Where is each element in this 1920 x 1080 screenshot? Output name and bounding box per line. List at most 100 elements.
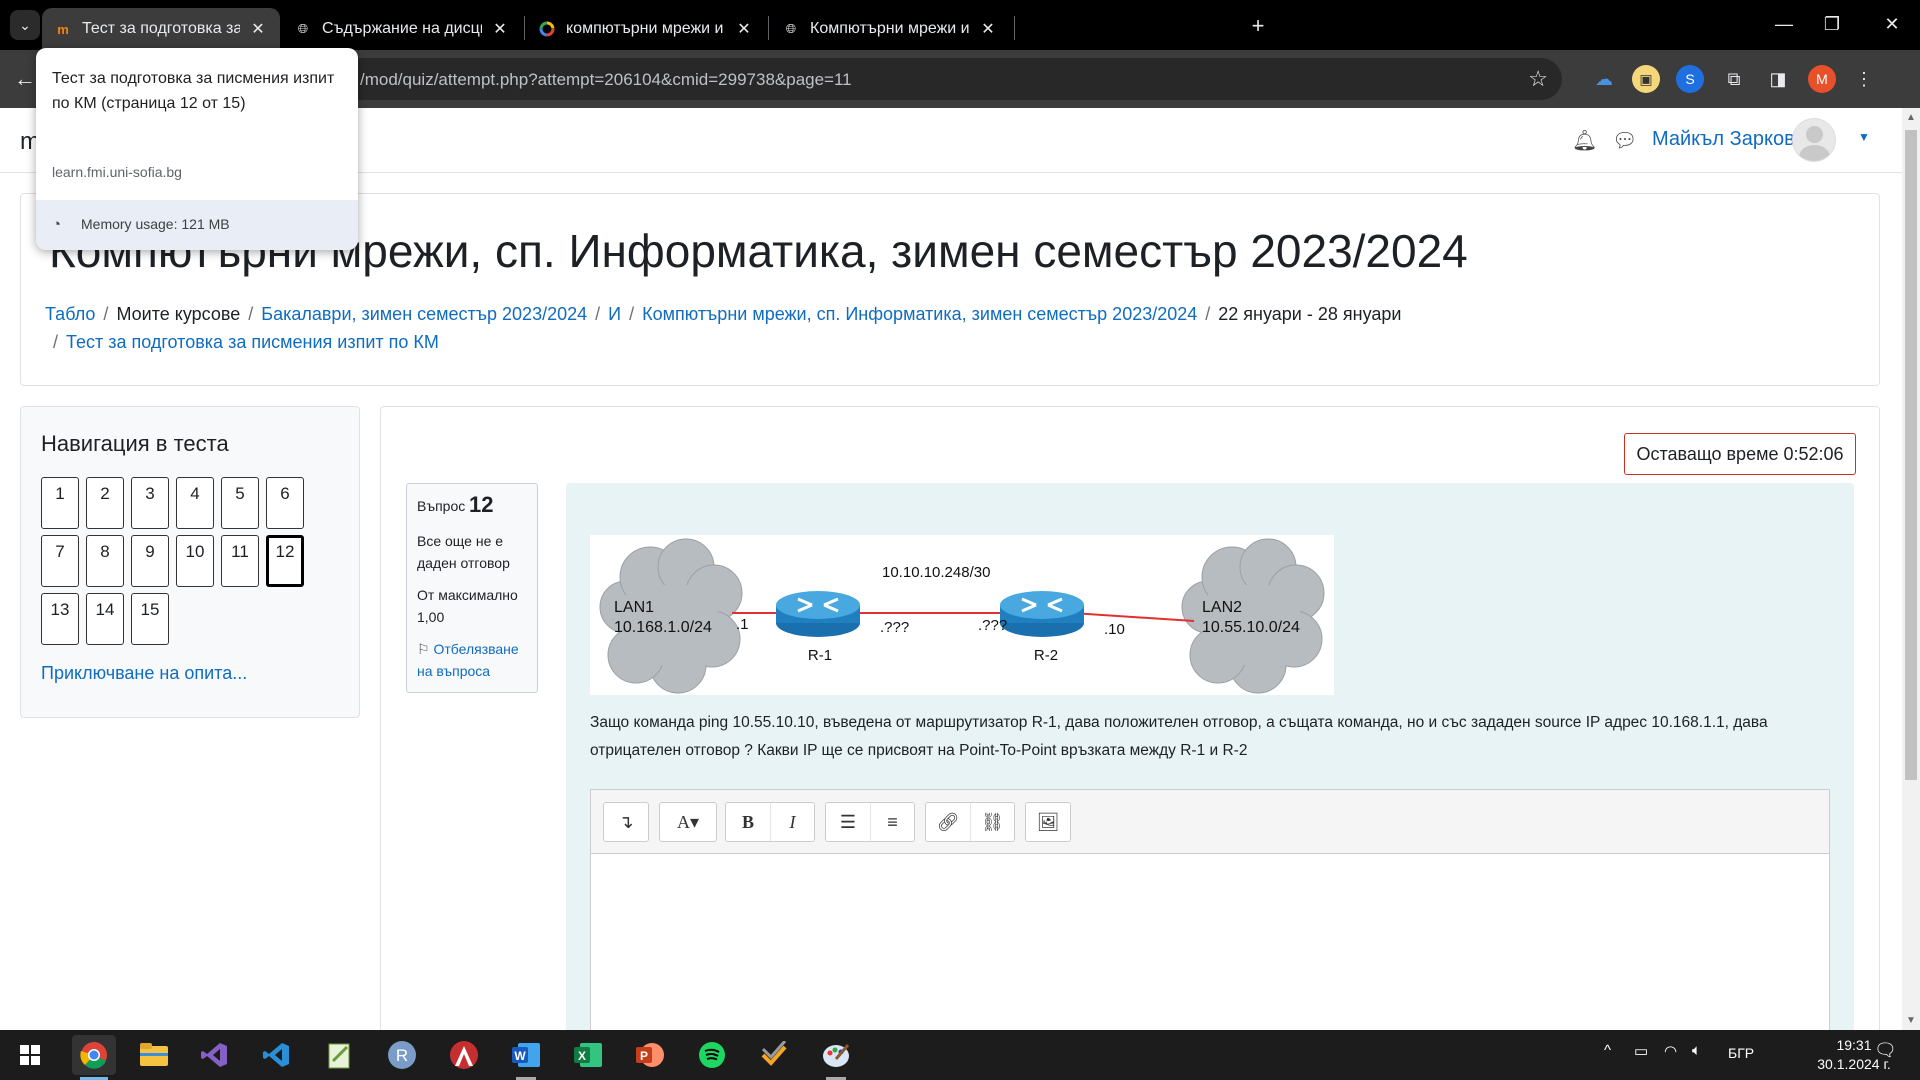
quiz-nav-button-14[interactable]: 14 [86, 593, 124, 645]
quiz-nav-button-4[interactable]: 4 [176, 477, 214, 529]
vscode-icon[interactable] [254, 1035, 298, 1075]
messages-chat-icon[interactable]: 💬︎ [1612, 128, 1637, 153]
question-label: Въпрос [417, 498, 466, 514]
quiz-nav-button-2[interactable]: 2 [86, 477, 124, 529]
file-explorer-icon[interactable] [132, 1035, 176, 1075]
tab-separator [768, 16, 769, 40]
quiz-nav-button-12[interactable]: 12 [266, 535, 304, 587]
breadcrumb-category[interactable]: Бакалаври, зимен семестър 2023/2024 [261, 304, 587, 324]
visual-studio-icon[interactable] [192, 1035, 236, 1075]
bookmark-star-icon[interactable]: ☆ [1528, 66, 1548, 92]
input-language[interactable]: БГР [1728, 1045, 1754, 1061]
page-scrollbar[interactable]: ▲ ▼ [1902, 108, 1920, 1030]
toolbar-group-style: A▾ [659, 802, 717, 842]
notifications-icon[interactable]: 🗨︎ [1874, 1040, 1897, 1061]
moodle-favicon-icon: m [57, 21, 69, 37]
lan1-cloud [599, 538, 743, 694]
user-avatar[interactable] [1792, 118, 1836, 162]
notepad-plus-icon[interactable] [318, 1035, 362, 1075]
quiz-nav-button-13[interactable]: 13 [41, 593, 79, 645]
spotify-app-icon[interactable] [690, 1035, 734, 1075]
quiz-nav-button-7[interactable]: 7 [41, 535, 79, 587]
quiz-nav-button-9[interactable]: 9 [131, 535, 169, 587]
quiz-nav-button-1[interactable]: 1 [41, 477, 79, 529]
close-tab-icon[interactable]: ✕ [248, 19, 268, 39]
close-tab-icon[interactable]: ✕ [490, 19, 510, 39]
quiz-nav-button-8[interactable]: 8 [86, 535, 124, 587]
user-name[interactable]: Майкъл Зарков [1652, 128, 1795, 151]
side-panel-icon[interactable]: ◨ [1764, 65, 1792, 93]
tab-computer-networks[interactable]: 🌐︎ Компютърни мрежи и телеком ✕ [770, 8, 1010, 50]
lan2-link [1071, 612, 1195, 622]
breadcrumb-quiz[interactable]: Тест за подготовка за писмения изпит по … [66, 332, 439, 352]
router-r1 [776, 591, 860, 637]
bold-icon[interactable]: B [726, 803, 770, 841]
tab-course-content[interactable]: 🌐︎ Съдържание на дисциплината ✕ [282, 8, 522, 50]
quiz-nav-button-10[interactable]: 10 [176, 535, 214, 587]
word-app-icon[interactable]: W [504, 1035, 548, 1080]
browser-menu-icon[interactable]: ⋮ [1850, 65, 1878, 93]
r-app-icon[interactable]: R [380, 1035, 424, 1075]
restore-button[interactable]: ❐ [1808, 8, 1856, 40]
tab-google-search[interactable]: компютърни мрежи и телеком ✕ [526, 8, 766, 50]
volume-icon[interactable]: 🔈︎ [1692, 1042, 1701, 1059]
quiz-nav-button-5[interactable]: 5 [221, 477, 259, 529]
lan1-interface: .1 [736, 616, 749, 633]
extension-icon-2[interactable]: ▣ [1632, 65, 1660, 93]
notifications-bell-icon[interactable]: 🔔︎ [1572, 128, 1597, 153]
quiz-nav-button-3[interactable]: 3 [131, 477, 169, 529]
close-window-button[interactable]: ✕ [1868, 8, 1916, 40]
quiz-nav-button-15[interactable]: 15 [131, 593, 169, 645]
battery-icon[interactable]: ▭ [1634, 1042, 1648, 1060]
close-tab-icon[interactable]: ✕ [978, 19, 998, 39]
link-icon[interactable]: 🔗︎ [926, 803, 970, 841]
profile-avatar[interactable]: M [1808, 65, 1836, 93]
gauge-icon: ◔ [52, 216, 62, 233]
excel-app-icon[interactable]: X [566, 1035, 610, 1075]
scroll-thumb[interactable] [1905, 130, 1917, 780]
answer-editor[interactable] [590, 853, 1830, 1043]
extension-icon-3[interactable]: S [1676, 65, 1704, 93]
scroll-up-icon[interactable]: ▲ [1906, 112, 1916, 123]
show-hidden-icons-chevron-icon[interactable]: ^ [1604, 1042, 1611, 1059]
new-tab-button[interactable]: + [1244, 12, 1272, 40]
tab-quiz[interactable]: m Тест за подготовка за писмени ✕ [42, 8, 280, 50]
user-menu-caret-icon[interactable]: ▼ [1858, 130, 1870, 144]
breadcrumb-course[interactable]: Компютърни мрежи, сп. Информатика, зимен… [642, 304, 1197, 324]
chrome-app-icon[interactable] [72, 1035, 116, 1080]
address-bar[interactable]: /mod/quiz/attempt.php?attempt=206104&cmi… [340, 58, 1562, 100]
unordered-list-icon[interactable]: ☰ [826, 803, 870, 841]
breadcrumb-separator: / [248, 304, 254, 324]
time-remaining: Оставащо време 0:52:06 [1624, 433, 1856, 475]
powerpoint-app-icon[interactable]: P [628, 1035, 672, 1075]
lan1-network: 10.168.1.0/24 [614, 619, 712, 636]
breadcrumb-dashboard[interactable]: Табло [45, 304, 95, 324]
collapse-icon[interactable]: ↴ [604, 803, 648, 841]
ordered-list-icon[interactable]: ≡ [870, 803, 914, 841]
unlink-icon[interactable]: ⛓︎ [970, 803, 1014, 841]
start-button[interactable] [8, 1035, 52, 1075]
flag-question-link[interactable]: ⚐ Отбелязване на въпроса [417, 638, 535, 682]
quiz-nav-button-11[interactable]: 11 [221, 535, 259, 587]
wifi-icon[interactable]: ◠ [1664, 1042, 1677, 1060]
close-tab-icon[interactable]: ✕ [734, 19, 754, 39]
finish-attempt-link[interactable]: Приключване на опита... [41, 663, 247, 684]
question-text: Защо команда ping 10.55.10.10, въведена … [590, 714, 1768, 759]
breadcrumb-week: 22 януари - 28 януари [1218, 304, 1402, 324]
minimize-button[interactable]: — [1760, 8, 1808, 40]
font-style-icon[interactable]: A▾ [660, 803, 716, 841]
tab-hover-card: Тест за подготовка за писмения изпит по … [36, 48, 358, 250]
quiz-nav-button-6[interactable]: 6 [266, 477, 304, 529]
image-icon[interactable]: 🖼︎ [1026, 803, 1070, 841]
tab-search-button[interactable]: ⌄ [10, 10, 40, 40]
paint-app-icon[interactable] [814, 1035, 858, 1080]
extensions-puzzle-icon[interactable]: ⧉ [1720, 65, 1748, 93]
windows-taskbar: R W X P ^ ▭ ◠ 🔈︎ БГР 19:31 30.1.2024 г. … [0, 1030, 1920, 1080]
italic-icon[interactable]: I [770, 803, 814, 841]
task-app-icon[interactable] [752, 1035, 796, 1075]
svg-text:R: R [396, 1046, 408, 1065]
breadcrumb-subcategory[interactable]: И [608, 304, 621, 324]
scroll-down-icon[interactable]: ▼ [1906, 1015, 1916, 1026]
racket-app-icon[interactable] [442, 1035, 486, 1075]
extension-icon-1[interactable]: ☁ [1590, 65, 1618, 93]
